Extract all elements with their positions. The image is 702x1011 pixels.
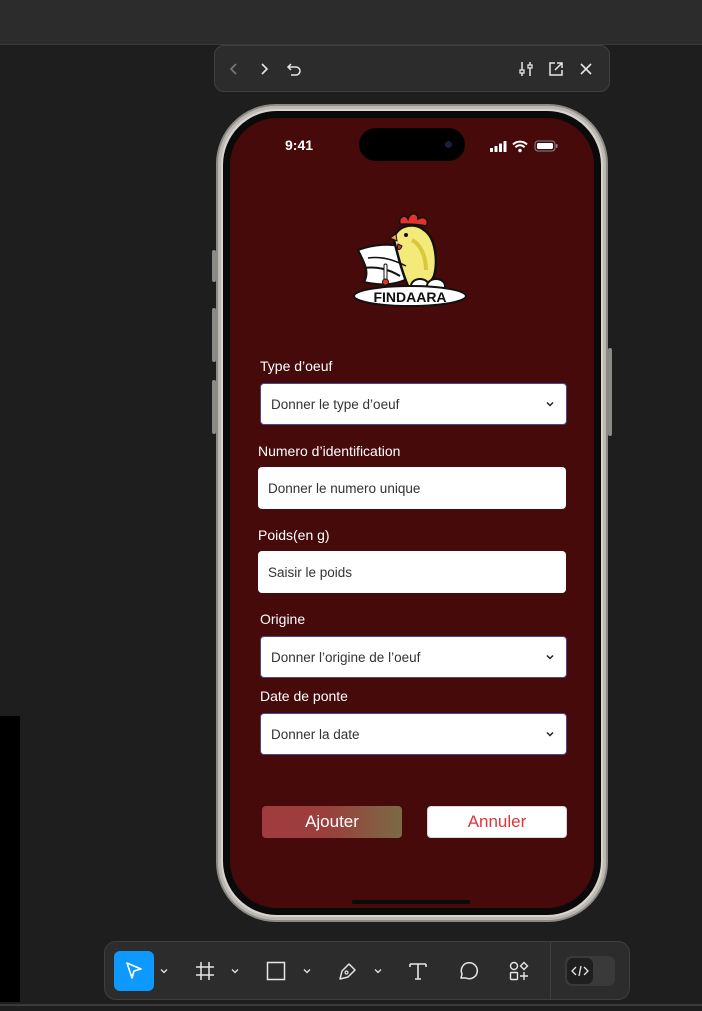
frame-icon <box>196 962 214 980</box>
chevron-down-icon <box>546 731 554 737</box>
status-time: 9:41 <box>285 137 314 153</box>
date-placeholder: Donner la date <box>271 726 360 742</box>
chevron-down-icon <box>231 969 239 974</box>
battery-icon <box>534 140 558 152</box>
camera-icon <box>445 141 452 148</box>
design-toolbar <box>104 941 630 1000</box>
actions-tool[interactable] <box>502 951 536 991</box>
open-external-icon[interactable] <box>545 58 567 80</box>
origin-placeholder: Donner l’origine de l’oeuf <box>271 649 421 665</box>
frame-tool-dropdown[interactable] <box>228 951 242 991</box>
date-label: Date de ponte <box>260 688 348 704</box>
dynamic-island <box>359 128 465 161</box>
app-top-bar <box>0 0 702 45</box>
bottom-divider <box>0 1004 702 1006</box>
weight-label: Poids(en g) <box>258 527 330 543</box>
pen-icon <box>339 963 356 980</box>
chevron-down-icon <box>303 969 311 974</box>
origin-label: Origine <box>260 611 306 627</box>
move-tool-dropdown[interactable] <box>157 951 171 991</box>
phone-screen: 9:41 FINDAARA Type d’oeuf Donner le type… <box>230 118 594 908</box>
add-button[interactable]: Ajouter <box>262 806 402 838</box>
origin-select[interactable]: Donner l’origine de l’oeuf <box>260 636 567 678</box>
settings-sliders-icon[interactable] <box>515 58 537 80</box>
wifi-icon <box>512 140 528 153</box>
chevron-down-icon <box>374 969 382 974</box>
chevron-down-icon <box>546 654 554 660</box>
findaara-logo: FINDAARA <box>353 213 467 307</box>
dev-mode-toggle[interactable] <box>565 956 615 986</box>
chevron-down-icon <box>546 401 554 407</box>
comment-icon <box>460 961 479 980</box>
canvas-edge-panel <box>0 716 20 1002</box>
chevron-down-icon <box>160 969 168 974</box>
id-number-input[interactable]: Donner le numero unique <box>258 467 566 509</box>
phone-action-button <box>212 250 216 282</box>
restart-icon[interactable] <box>283 58 305 80</box>
pen-tool[interactable] <box>331 951 365 991</box>
type-label: Type d’oeuf <box>260 358 333 374</box>
text-tool[interactable] <box>402 951 434 991</box>
phone-volume-down-button <box>212 380 216 434</box>
id-number-placeholder: Donner le numero unique <box>268 480 421 496</box>
toolbar-divider <box>550 942 551 999</box>
actions-icon <box>509 961 529 981</box>
egg-type-select[interactable]: Donner le type d’oeuf <box>260 383 567 425</box>
forward-icon[interactable] <box>253 58 275 80</box>
weight-input[interactable]: Saisir le poids <box>258 551 566 593</box>
move-icon <box>126 962 142 979</box>
pen-tool-dropdown[interactable] <box>371 951 385 991</box>
dev-mode-icon <box>567 958 593 984</box>
rectangle-tool[interactable] <box>260 951 292 991</box>
phone-volume-up-button <box>212 308 216 362</box>
frame-tool[interactable] <box>189 951 221 991</box>
cellular-signal-icon <box>490 141 507 152</box>
prototype-toolbar <box>214 45 610 92</box>
weight-placeholder: Saisir le poids <box>268 564 353 580</box>
phone-power-button <box>608 348 612 436</box>
text-icon <box>409 963 427 980</box>
comment-tool[interactable] <box>452 951 484 991</box>
move-tool[interactable] <box>114 951 154 991</box>
cancel-button[interactable]: Annuler <box>427 806 567 838</box>
close-icon[interactable] <box>575 58 597 80</box>
rectangle-tool-dropdown[interactable] <box>300 951 314 991</box>
date-select[interactable]: Donner la date <box>260 713 567 755</box>
id-label: Numero d’identification <box>258 443 401 459</box>
status-icons <box>490 140 558 153</box>
logo-text: FINDAARA <box>373 289 446 305</box>
rectangle-icon <box>266 961 286 981</box>
back-icon[interactable] <box>223 58 245 80</box>
home-indicator <box>352 900 470 904</box>
egg-type-placeholder: Donner le type d’oeuf <box>271 396 400 412</box>
